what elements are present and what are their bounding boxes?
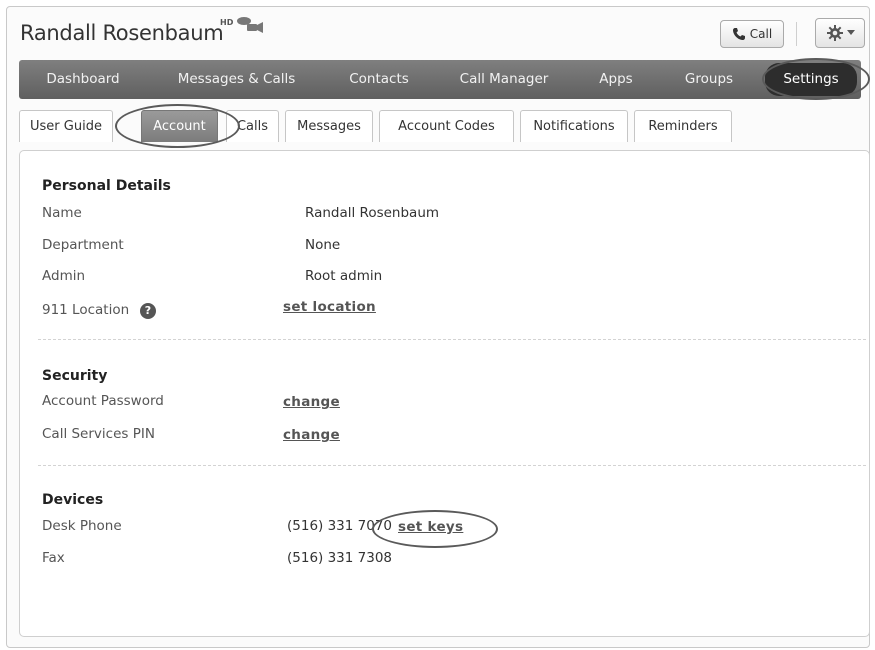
name-value: Randall Rosenbaum xyxy=(305,205,440,221)
admin-value: Root admin xyxy=(305,268,383,284)
section-divider xyxy=(38,339,866,340)
nav-call-manager[interactable]: Call Manager xyxy=(449,60,559,99)
tab-account[interactable]: Account xyxy=(141,110,218,142)
desk-phone-value: (516) 331 7070 xyxy=(287,518,393,534)
hd-badge: HD xyxy=(220,18,234,27)
account-panel: Personal Details Name Randall Rosenbaum … xyxy=(19,150,870,637)
phone-icon xyxy=(732,28,745,40)
section-title-personal-details: Personal Details xyxy=(42,178,171,194)
call-services-pin-label: Call Services PIN xyxy=(42,426,155,442)
nav-groups[interactable]: Groups xyxy=(679,60,739,99)
set-location-link[interactable]: set location xyxy=(283,299,376,315)
tab-messages[interactable]: Messages xyxy=(285,110,373,142)
nav-dashboard[interactable]: Dashboard xyxy=(33,60,133,99)
desk-phone-label: Desk Phone xyxy=(42,518,122,534)
set-keys-link[interactable]: set keys xyxy=(398,519,463,535)
account-tabs: User Guide Account Calls Messages Accoun… xyxy=(19,110,861,143)
tab-reminders[interactable]: Reminders xyxy=(634,110,732,142)
section-title-security: Security xyxy=(42,368,108,384)
section-title-devices: Devices xyxy=(42,492,104,508)
nav-apps[interactable]: Apps xyxy=(591,60,641,99)
change-pin-link[interactable]: change xyxy=(283,427,340,443)
gear-icon xyxy=(826,25,843,41)
call-button-label: Call xyxy=(749,27,773,41)
name-label: Name xyxy=(42,205,82,221)
settings-menu-button[interactable] xyxy=(815,18,865,48)
tab-account-codes[interactable]: Account Codes xyxy=(379,110,514,142)
fax-label: Fax xyxy=(42,550,65,566)
main-nav: Dashboard Messages & Calls Contacts Call… xyxy=(19,60,861,99)
fax-value: (516) 331 7308 xyxy=(287,550,393,566)
nav-contacts[interactable]: Contacts xyxy=(334,60,424,99)
chevron-down-icon xyxy=(846,30,855,35)
call-button[interactable]: Call xyxy=(720,20,784,48)
change-password-link[interactable]: change xyxy=(283,394,340,410)
header-divider xyxy=(796,22,797,46)
tab-user-guide[interactable]: User Guide xyxy=(19,110,113,142)
nav-settings[interactable]: Settings xyxy=(765,63,857,96)
department-value: None xyxy=(305,237,341,253)
nav-messages-calls[interactable]: Messages & Calls xyxy=(169,60,304,99)
user-name: Randall Rosenbaum xyxy=(20,21,224,45)
911-location-label: 911 Location xyxy=(42,302,130,318)
video-camera-icon xyxy=(237,17,263,33)
department-label: Department xyxy=(42,237,124,253)
section-divider xyxy=(38,465,866,466)
account-password-label: Account Password xyxy=(42,393,164,409)
header: Randall Rosenbaum HD Call xyxy=(20,14,865,54)
help-icon[interactable]: ? xyxy=(140,303,156,319)
tab-calls[interactable]: Calls xyxy=(226,110,279,142)
admin-label: Admin xyxy=(42,268,86,284)
tab-notifications[interactable]: Notifications xyxy=(520,110,628,142)
